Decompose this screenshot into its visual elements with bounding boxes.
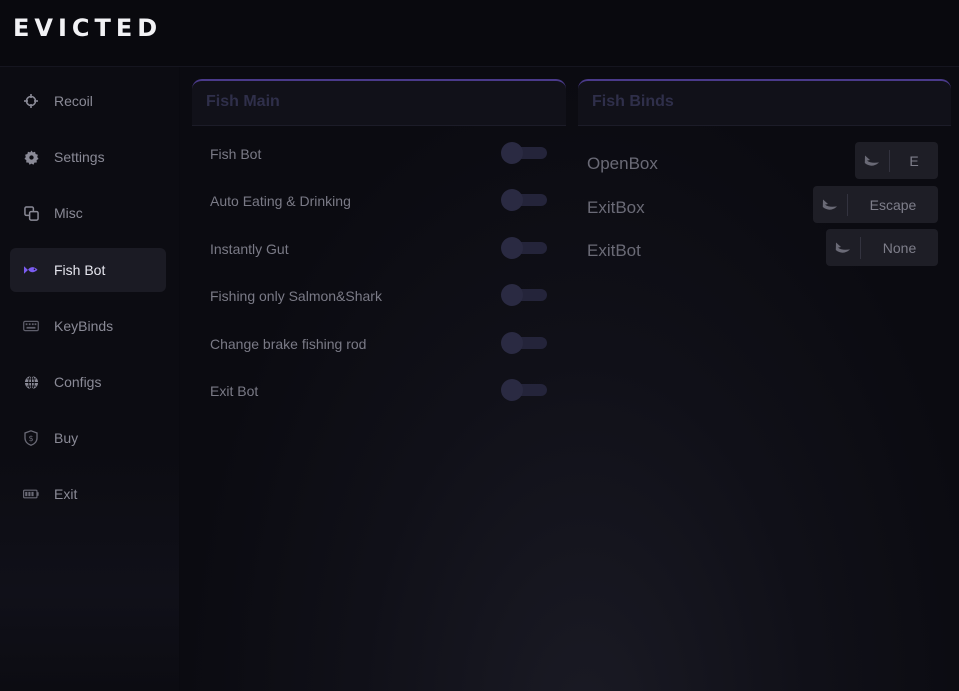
sidebar-item-label: Exit [54,486,78,502]
sidebar-item-label: Fish Bot [54,262,106,278]
title-bar: EVICTED [0,0,959,67]
toggle-label: Instantly Gut [210,241,289,257]
panel-title: Fish Main [206,93,280,110]
salmon-shark-toggle[interactable] [501,284,547,306]
sidebar-item-fish-bot[interactable]: Fish Bot [10,248,166,292]
sidebar-item-label: Settings [54,149,105,165]
auto-eating-drinking-toggle[interactable] [501,189,547,211]
fish-binds-panel-header: Fish Binds [578,79,951,126]
toggle-label: Exit Bot [210,383,259,399]
exitbox-bind-button[interactable]: Escape [813,186,938,223]
bind-key: None [882,239,917,256]
crosshair-icon [23,93,39,109]
sidebar-item-label: Recoil [54,93,93,109]
arrow-icon [855,154,889,168]
gear-icon [23,149,39,165]
sidebar-item-configs[interactable]: Configs [10,360,166,404]
bind-key: E [909,152,919,169]
fish-main-panel-header: Fish Main [192,79,566,126]
bind-label: ExitBox [587,198,645,217]
exit-bot-toggle[interactable] [501,379,547,401]
panel-title: Fish Binds [592,93,674,110]
arrow-icon [826,241,860,255]
sidebar-item-misc[interactable]: Misc [10,191,166,235]
shield-dollar-icon: $ [23,430,39,446]
toggle-label: Auto Eating & Drinking [210,193,351,209]
squares-icon [23,205,39,221]
sidebar-item-label: Configs [54,374,102,390]
sidebar-item-exit[interactable]: Exit [10,472,166,516]
change-rod-toggle[interactable] [501,332,547,354]
sidebar-item-keybinds[interactable]: KeyBinds [10,304,166,348]
exitbot-bind-button[interactable]: None [826,229,938,266]
sidebar-item-buy[interactable]: $ Buy [10,416,166,460]
instantly-gut-toggle[interactable] [501,237,547,259]
sidebar-item-label: Misc [54,205,83,221]
arrow-icon [813,198,847,212]
openbox-bind-button[interactable]: E [855,142,938,179]
bind-key: Escape [869,196,917,213]
fish-icon [23,262,39,278]
app-logo: EVICTED [13,14,163,42]
globe-icon [23,374,39,390]
toggle-label: Fish Bot [210,146,262,162]
sidebar-item-label: Buy [54,430,79,446]
toggle-label: Fishing only Salmon&Shark [210,288,382,304]
battery-icon [23,486,39,502]
bind-label: OpenBox [587,154,658,173]
sidebar-item-label: KeyBinds [54,318,114,334]
keyboard-icon [23,318,39,334]
fish-bot-toggle[interactable] [501,142,547,164]
toggle-label: Change brake fishing rod [210,336,367,352]
sidebar-item-settings[interactable]: Settings [10,135,166,179]
svg-text:$: $ [28,434,33,443]
sidebar-item-recoil[interactable]: Recoil [10,79,166,123]
bind-label: ExitBot [587,241,641,260]
main-content [180,67,959,691]
